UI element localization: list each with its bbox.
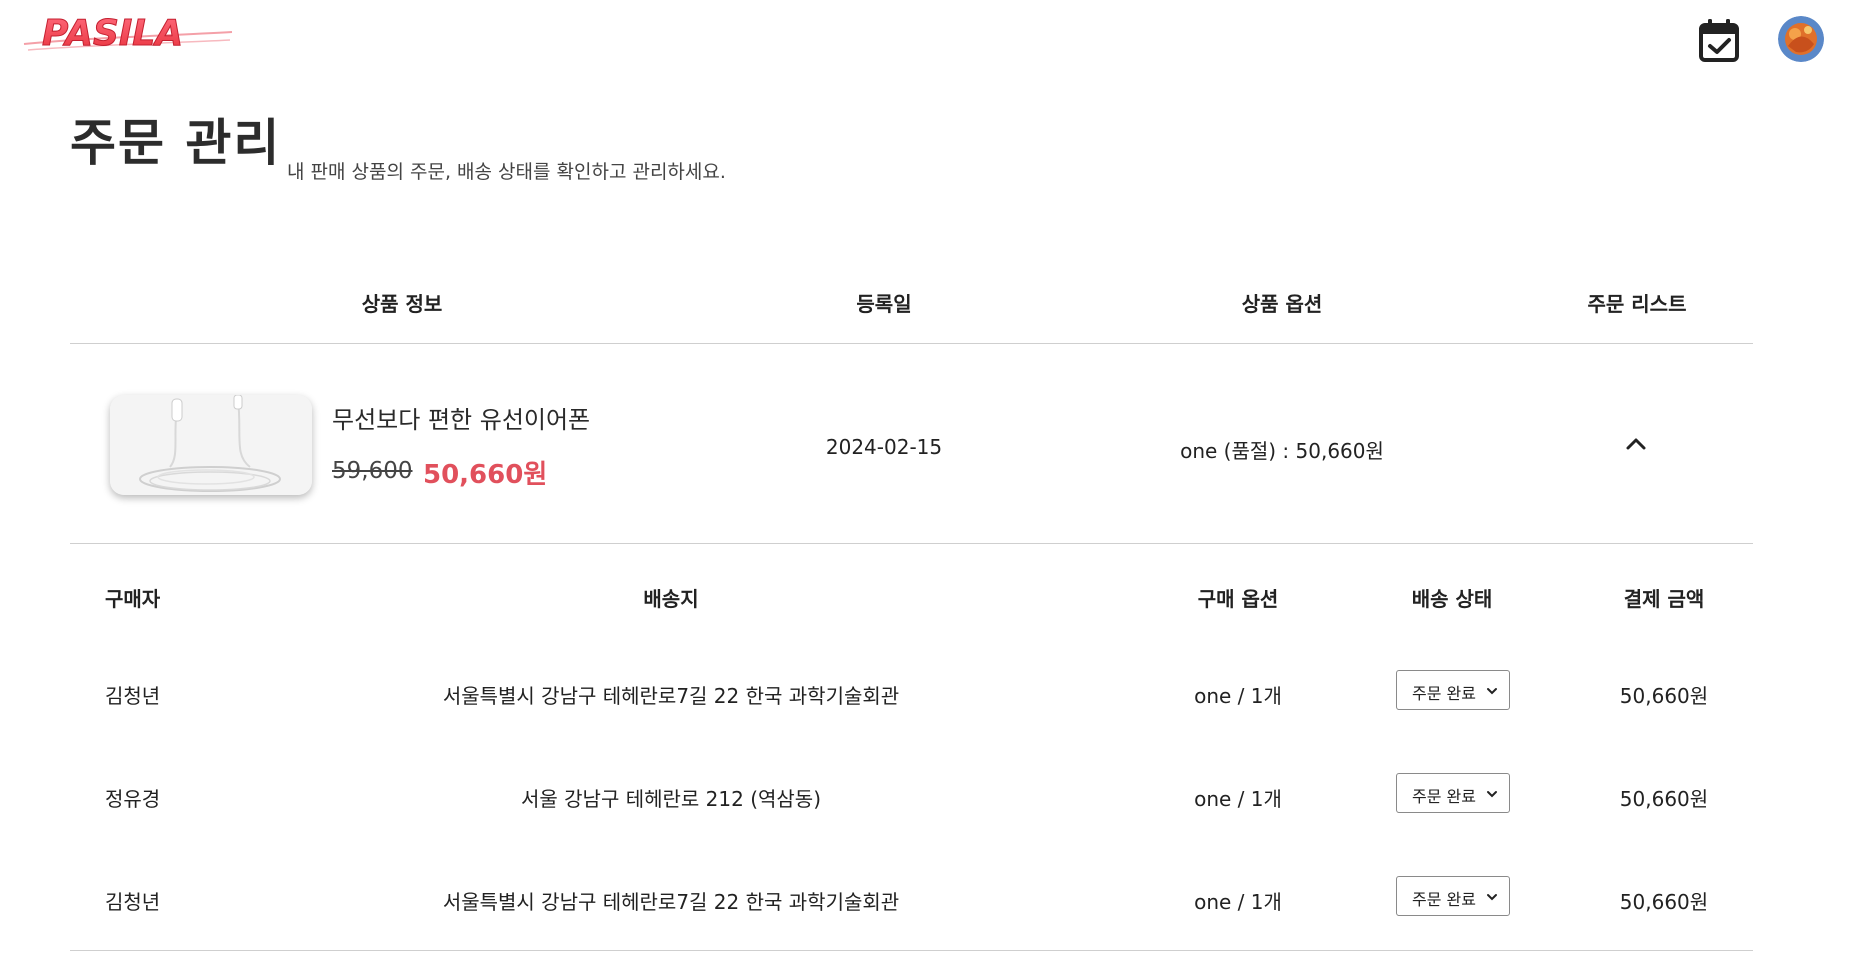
delivery-status-select[interactable]: 주문 완료 (1396, 773, 1510, 813)
payment-amount: 50,660원 (1619, 684, 1709, 708)
buyer-name: 김청년 (105, 890, 161, 914)
buyer-name: 김청년 (105, 684, 161, 708)
chevron-up-icon[interactable] (1622, 430, 1650, 458)
product-name[interactable]: 무선보다 편한 유선이어폰 (332, 400, 590, 435)
status-value: 주문 완료 (1412, 684, 1476, 703)
purchase-option: one / 1개 (1194, 787, 1282, 811)
logo-graphic: PASILA (23, 13, 233, 54)
table-divider (70, 543, 1753, 544)
purchase-option: one / 1개 (1194, 890, 1282, 914)
logo-text: PASILA (42, 13, 183, 54)
status-value: 주문 완료 (1412, 787, 1476, 806)
header-payment-amount: 결제 금액 (1623, 587, 1705, 611)
chevron-down-icon (1487, 894, 1497, 901)
delivery-status-select[interactable]: 주문 완료 (1396, 670, 1510, 710)
page-subtitle: 내 판매 상품의 주문, 배송 상태를 확인하고 관리하세요. (287, 161, 726, 183)
product-option: one (품절) : 50,660원 (1180, 439, 1384, 463)
delivery-status-select[interactable]: 주문 완료 (1396, 876, 1510, 916)
table-divider (70, 950, 1753, 951)
registered-date: 2024-02-15 (825, 435, 943, 459)
header-product-info: 상품 정보 (361, 292, 443, 316)
header-product-option: 상품 옵션 (1241, 292, 1323, 316)
logo[interactable]: PASILA (22, 12, 234, 54)
payment-amount: 50,660원 (1619, 787, 1709, 811)
header-order-list: 주문 리스트 (1587, 292, 1687, 316)
original-price: 59,600 (332, 458, 413, 484)
header-registered-date: 등록일 (856, 292, 912, 316)
header-address: 배송지 (643, 587, 699, 611)
chevron-down-icon (1487, 791, 1497, 798)
sale-price: 50,660원 (423, 460, 548, 490)
buyer-name: 정유경 (105, 787, 161, 811)
earphone-image (110, 395, 312, 495)
shipping-address: 서울 강남구 테헤란로 212 (역삼동) (520, 787, 822, 811)
calendar-check-icon[interactable] (1697, 18, 1741, 64)
page-title: 주문 관리 (70, 114, 282, 172)
header-purchase-option: 구매 옵션 (1197, 587, 1279, 611)
status-value: 주문 완료 (1412, 890, 1476, 909)
product-thumbnail[interactable] (110, 395, 312, 495)
header-delivery-status: 배송 상태 (1411, 587, 1493, 611)
table-divider (70, 343, 1753, 344)
header-buyer: 구매자 (105, 587, 161, 611)
payment-amount: 50,660원 (1619, 890, 1709, 914)
shipping-address: 서울특별시 강남구 테헤란로7길 22 한국 과학기술회관 (442, 890, 900, 914)
purchase-option: one / 1개 (1194, 684, 1282, 708)
chevron-down-icon (1487, 688, 1497, 695)
shipping-address: 서울특별시 강남구 테헤란로7길 22 한국 과학기술회관 (442, 684, 900, 708)
user-avatar[interactable] (1778, 16, 1824, 62)
